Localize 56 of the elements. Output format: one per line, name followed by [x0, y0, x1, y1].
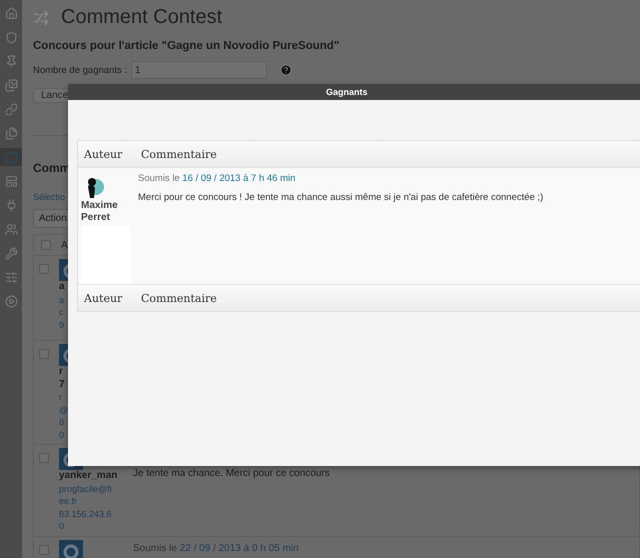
author-detail: 83.156.243.6 [59, 508, 112, 520]
author-detail: @ [59, 404, 68, 416]
winners-count-field[interactable]: 1 [131, 61, 268, 79]
pin-icon [4, 54, 18, 68]
image-placeholder [81, 226, 131, 284]
column-header: A [61, 240, 68, 250]
author-detail: 0 [59, 520, 64, 532]
comment-text: Merci pour ce concours ! Je tente ma chance aussi même si je n'ai pas de cafetière connectée ;) [138, 192, 544, 203]
field-label: Nombre de gagnants : [33, 64, 128, 76]
settings-icon [4, 270, 18, 284]
comment-text: Je tente ma chance. Merci pour ce concours [133, 468, 330, 479]
column-header: Auteur [83, 148, 124, 160]
select-all-checkbox[interactable] [41, 240, 51, 250]
column-header: Auteur [83, 292, 124, 304]
select-link[interactable]: Sélectio [33, 192, 66, 202]
author-detail: r [59, 391, 62, 404]
plugins-icon [4, 198, 18, 212]
author-name: Maxime Perret [81, 200, 119, 224]
author-name: r [59, 366, 63, 378]
author-name: yanker_man [59, 470, 118, 482]
author-detail: ee.fr [59, 495, 78, 508]
column-header: Commentaire [141, 148, 217, 160]
contest-heading: Concours pour l'article "Gagne un Novodio PureSound" [33, 40, 340, 52]
avatar-icon [59, 540, 83, 558]
author-detail: c [59, 306, 64, 318]
shuffle-icon [33, 10, 49, 26]
page-title: Comment Contest [61, 6, 222, 29]
submitted-label: Soumis le [133, 542, 177, 554]
home-icon [4, 6, 18, 20]
pages-icon [4, 126, 18, 140]
dialog-title: Gagnants [326, 87, 368, 97]
row-checkbox[interactable] [39, 264, 49, 274]
help-icon[interactable] [280, 64, 292, 76]
date-link[interactable]: 16 / 09 / 2013 à 7 h 46 min [182, 173, 296, 184]
tools-icon [4, 246, 18, 260]
comments-icon [4, 150, 18, 164]
date-link[interactable]: 22 / 09 / 2013 à 0 h 05 min [180, 542, 299, 554]
link-icon [4, 102, 18, 116]
author-detail: a [59, 294, 64, 306]
author-name: 7 [59, 378, 65, 391]
sidebar-item[interactable] [0, 148, 22, 166]
row-checkbox[interactable] [39, 544, 49, 554]
column-header: Commentaire [141, 292, 217, 304]
collapse-icon [4, 294, 18, 308]
layout-icon [4, 174, 18, 188]
row-checkbox[interactable] [39, 453, 49, 463]
media-icon [4, 78, 18, 92]
submitted-label: Soumis le [138, 173, 180, 184]
author-detail: 0 [59, 428, 64, 441]
shield-icon [4, 30, 18, 44]
author-detail: 8 [59, 416, 64, 428]
users-icon [4, 222, 18, 236]
author-detail: 9 [59, 318, 64, 331]
author-name: a [59, 281, 65, 294]
author-detail: progfacile@fr [59, 482, 113, 495]
row-checkbox[interactable] [39, 349, 49, 359]
